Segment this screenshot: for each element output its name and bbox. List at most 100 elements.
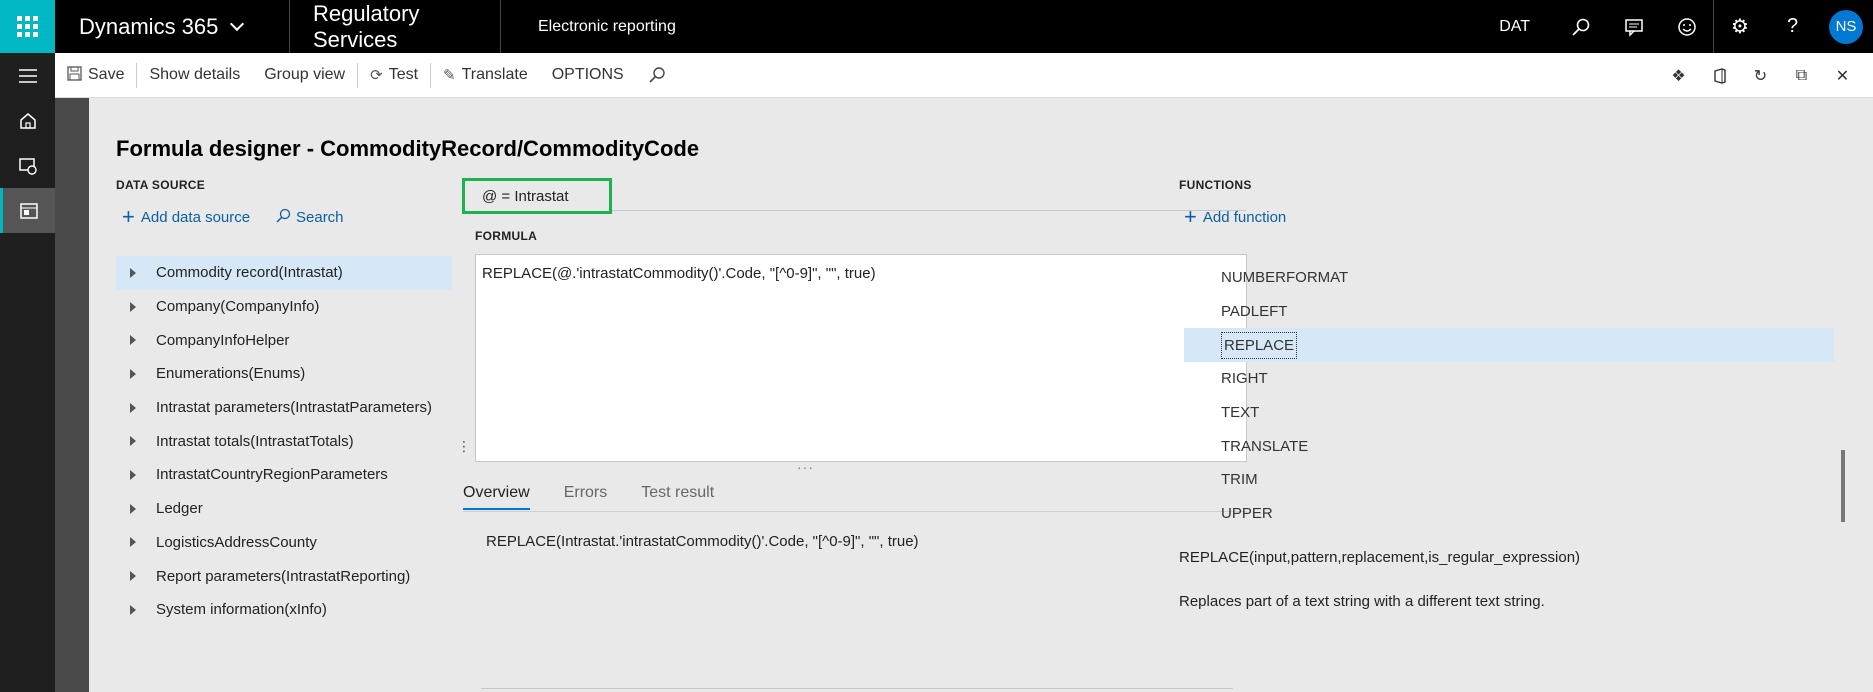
- translate-button[interactable]: ✎ Translate: [431, 53, 540, 98]
- tab-test-result[interactable]: Test result: [641, 484, 714, 510]
- tree-item-label: CompanyInfoHelper: [156, 331, 290, 349]
- search-icon[interactable]: [1554, 0, 1607, 53]
- functions-heading: FUNCTIONS: [1179, 178, 1252, 192]
- tree-item-label: System information(xInfo): [156, 601, 327, 619]
- save-button[interactable]: Save: [55, 53, 136, 98]
- tree-item[interactable]: Report parameters(IntrastatReporting): [116, 559, 452, 593]
- context-label: @ = Intrastat: [462, 178, 612, 214]
- tab-errors[interactable]: Errors: [564, 484, 608, 510]
- tree-item[interactable]: LogisticsAddressCounty: [116, 526, 452, 560]
- expand-arrow-icon[interactable]: [130, 571, 136, 582]
- home-icon[interactable]: [0, 98, 55, 143]
- page-title: Formula designer - CommodityRecord/Commo…: [116, 136, 700, 161]
- result-tabs: Overview Errors Test result: [463, 484, 748, 510]
- function-item[interactable]: TRANSLATE: [1184, 429, 1834, 463]
- function-item[interactable]: REPLACE: [1184, 328, 1834, 363]
- plus-icon: +: [1184, 204, 1197, 229]
- hamburger-menu-icon[interactable]: [0, 53, 55, 98]
- office-icon[interactable]: [1699, 67, 1740, 84]
- tree-item[interactable]: IntrastatCountryRegionParameters: [116, 458, 452, 492]
- function-item-label: TRANSLATE: [1221, 437, 1309, 455]
- tree-item[interactable]: Enumerations(Enums): [116, 357, 452, 391]
- module-name[interactable]: Regulatory Services: [290, 0, 501, 53]
- save-icon: [67, 65, 82, 85]
- modules-icon[interactable]: [0, 188, 55, 233]
- add-function-button[interactable]: + Add function: [1184, 206, 1286, 228]
- tree-item-label: Ledger: [156, 500, 203, 518]
- expand-arrow-icon[interactable]: [130, 402, 136, 413]
- group-view-button[interactable]: Group view: [252, 53, 357, 98]
- function-item-label: TRIM: [1221, 471, 1258, 489]
- feedback-smiley-icon[interactable]: [1660, 0, 1713, 53]
- function-item-label: UPPER: [1221, 505, 1273, 523]
- plus-icon: +: [122, 204, 135, 229]
- function-syntax: REPLACE(input,pattern,replacement,is_reg…: [1179, 549, 1581, 566]
- divider: [481, 688, 1233, 689]
- add-datasource-button[interactable]: + Add data source: [122, 206, 250, 228]
- tree-item[interactable]: Company(CompanyInfo): [116, 290, 452, 324]
- translate-icon: ✎: [443, 67, 456, 84]
- expand-arrow-icon[interactable]: [130, 267, 136, 278]
- app-launcher-button[interactable]: [0, 0, 55, 53]
- left-navigation: [0, 53, 55, 692]
- function-item-label: NUMBERFORMAT: [1221, 269, 1349, 287]
- search-datasource-button[interactable]: Search: [276, 208, 344, 227]
- workspaces-icon[interactable]: [0, 143, 55, 188]
- product-switcher[interactable]: Dynamics 365: [55, 0, 290, 53]
- expand-arrow-icon[interactable]: [130, 537, 136, 548]
- company-picker[interactable]: DAT: [1499, 18, 1530, 36]
- divider: [463, 511, 1247, 512]
- tree-item[interactable]: Commodity record(Intrastat): [116, 256, 452, 290]
- help-icon[interactable]: ?: [1766, 0, 1819, 53]
- function-item[interactable]: NUMBERFORMAT: [1184, 261, 1834, 295]
- tree-item[interactable]: Ledger: [116, 492, 452, 526]
- function-item[interactable]: TRIM: [1184, 463, 1834, 497]
- add-function-label: Add function: [1202, 208, 1287, 226]
- product-name: Dynamics 365: [79, 13, 219, 39]
- function-item[interactable]: RIGHT: [1184, 362, 1834, 396]
- avatar[interactable]: NS: [1829, 9, 1863, 44]
- expand-arrow-icon[interactable]: [130, 301, 136, 312]
- tree-item-label: Intrastat parameters(IntrastatParameters…: [156, 399, 432, 417]
- close-icon[interactable]: ✕: [1822, 66, 1863, 86]
- refresh-page-icon[interactable]: ↻: [1740, 66, 1781, 86]
- connections-icon[interactable]: ❖: [1658, 66, 1699, 86]
- function-item-label: PADLEFT: [1221, 303, 1288, 321]
- expand-arrow-icon[interactable]: [130, 368, 136, 379]
- function-item-label: TEXT: [1221, 404, 1260, 422]
- expand-arrow-icon[interactable]: [130, 604, 136, 615]
- tree-item[interactable]: Intrastat totals(IntrastatTotals): [116, 424, 452, 458]
- horizontal-splitter-handle[interactable]: ···: [797, 459, 814, 475]
- gear-icon[interactable]: ⚙: [1713, 0, 1766, 53]
- top-navigation-bar: Dynamics 365 Regulatory Services Electro…: [0, 0, 1873, 53]
- show-details-button[interactable]: Show details: [137, 53, 252, 98]
- expand-arrow-icon[interactable]: [130, 503, 136, 514]
- breadcrumb[interactable]: Electronic reporting: [501, 18, 676, 36]
- expand-arrow-icon[interactable]: [130, 436, 136, 447]
- search-label: Search: [296, 209, 344, 226]
- formula-heading: FORMULA: [475, 229, 538, 243]
- function-item-label: REPLACE: [1221, 331, 1298, 359]
- expand-arrow-icon[interactable]: [130, 469, 136, 480]
- test-button[interactable]: ⟳ Test: [358, 53, 430, 98]
- function-item[interactable]: UPPER: [1184, 497, 1834, 531]
- overview-text: REPLACE(Intrastat.'intrastatCommodity()'…: [486, 533, 919, 550]
- tree-item[interactable]: Intrastat parameters(IntrastatParameters…: [116, 391, 452, 425]
- tree-item[interactable]: CompanyInfoHelper: [116, 323, 452, 357]
- save-label: Save: [88, 66, 125, 83]
- functions-scrollbar[interactable]: [1841, 450, 1845, 522]
- options-tab[interactable]: OPTIONS: [540, 53, 636, 98]
- datasource-tree: Commodity record(Intrastat) Company(Comp…: [116, 256, 452, 627]
- function-item-label: RIGHT: [1221, 370, 1268, 388]
- tree-item-label: Commodity record(Intrastat): [156, 264, 343, 282]
- messages-icon[interactable]: [1607, 0, 1660, 53]
- function-item[interactable]: PADLEFT: [1184, 295, 1834, 329]
- tab-overview[interactable]: Overview: [463, 484, 530, 510]
- tree-item[interactable]: System information(xInfo): [116, 593, 452, 627]
- function-item[interactable]: TEXT: [1184, 396, 1834, 430]
- search-actions-icon[interactable]: [636, 53, 678, 98]
- open-new-window-icon[interactable]: ⧉: [1781, 67, 1822, 85]
- expand-arrow-icon[interactable]: [130, 335, 136, 346]
- vertical-splitter-handle[interactable]: ⋮: [457, 438, 471, 455]
- formula-editor[interactable]: REPLACE(@.'intrastatCommodity()'.Code, "…: [475, 254, 1247, 462]
